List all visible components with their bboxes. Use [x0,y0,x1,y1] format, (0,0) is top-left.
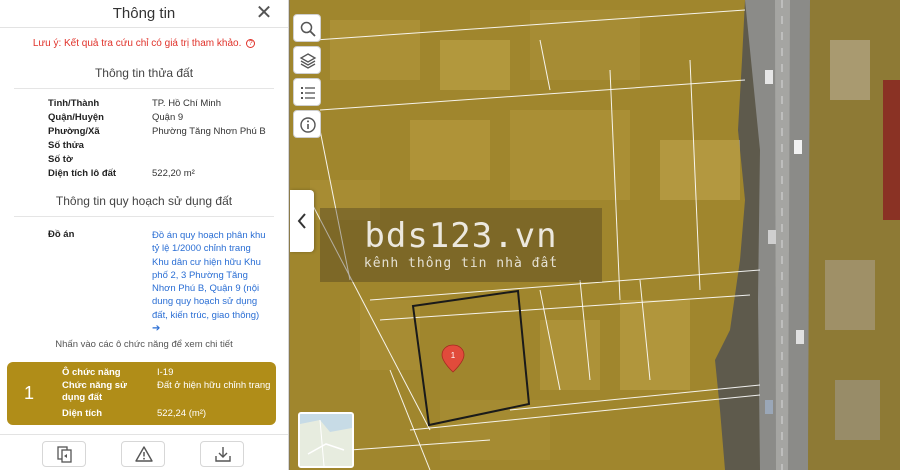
zone-label-code: Ô chức năng [62,367,121,378]
zone-value-code: I-19 [157,367,174,378]
zone-label-landuse: Chức năng sử dụng đất [62,380,127,403]
disclaimer-text: Lưu ý: Kết quả tra cứu chỉ có giá trị th… [0,38,288,49]
watermark-tagline: kênh thông tin nhà đất [363,256,559,271]
parcel-section-title: Thông tin thửa đất [94,66,194,80]
close-icon[interactable]: ✕ [254,3,274,23]
disclaimer-info-icon: ? [246,38,256,48]
map-layers-button[interactable] [293,46,321,74]
row-label: Quận/Huyện [48,112,104,123]
zone-label-area: Diện tích [62,408,103,419]
zone-value-landuse: Đất ở hiện hữu chỉnh trang [157,380,271,391]
disclaimer-label: Lưu ý: Kết quả tra cứu chỉ có giá trị th… [32,38,242,49]
watermark: bds123.vn kênh thông tin nhà đất [320,208,602,282]
map-info-button[interactable] [293,110,321,138]
panel-header: Thông tin ✕ [0,0,288,28]
chevron-left-icon [297,213,306,229]
report-button[interactable] [121,441,165,467]
parcel-marker-label: 1 [451,351,456,360]
row-label: Số tờ [48,154,73,165]
row-value: TP. Hồ Chí Minh [152,98,221,109]
list-icon [301,87,315,99]
panel-title: Thông tin [112,5,176,22]
zone-value-area: 522,24 (m²) [157,408,207,419]
info-icon [300,117,316,133]
panel-footer [0,434,288,470]
download-icon [215,447,231,462]
planning-label: Đồ án [48,229,75,240]
zone-index: 1 [23,383,34,403]
parcel-row-sheet-number: Số tờ [0,154,288,168]
parcel-row-lot-number: Số thửa [0,140,288,154]
row-value: 522,20 m² [152,168,195,179]
row-label: Số thửa [48,140,84,151]
row-label: Diện tích lô đất [48,168,117,179]
map-view[interactable]: 1 bds123.vn kênh thông tin nhà đất [290,0,900,470]
zone-card[interactable]: 1 Ô chức năng I-19 Chức năng sử dụng đất… [7,362,276,425]
parcel-row-area: Diện tích lô đất 522,20 m² [0,168,288,182]
parcel-row-ward: Phường/Xã Phường Tăng Nhơn Phú B [0,126,288,140]
row-label: Tỉnh/Thành [48,98,100,109]
minimap-image [300,414,352,466]
minimap-thumbnail[interactable] [298,412,354,468]
warning-icon [135,446,153,462]
copy-button[interactable] [42,441,86,467]
parcel-row-district: Quận/Huyện Quận 9 [0,112,288,126]
row-value: Quận 9 [152,112,184,123]
map-list-button[interactable] [293,78,321,106]
parcel-info-list: Tỉnh/Thành TP. Hồ Chí Minh Quận/Huyện Qu… [0,98,288,182]
parcel-row-province: Tỉnh/Thành TP. Hồ Chí Minh [0,98,288,112]
download-button[interactable] [200,441,244,467]
row-label: Phường/Xã [48,126,100,137]
divider [14,88,274,89]
row-value: Phường Tăng Nhơn Phú B [152,126,266,137]
search-icon [300,21,316,37]
map-search-button[interactable] [293,14,321,42]
planning-link-text[interactable]: Đồ án quy hoạch phân khu tỷ lệ 1/2000 ch… [152,230,266,321]
hint-text: Nhấn vào các ô chức năng để xem chi tiết [55,339,233,350]
planning-project-link[interactable]: Đồ án quy hoạch phân khu tỷ lệ 1/2000 ch… [152,229,270,335]
copy-icon [57,446,72,463]
arrow-right-icon: ➔ [152,323,161,335]
divider [14,216,274,217]
watermark-logo: bds123.vn [364,216,558,256]
planning-section-title: Thông tin quy hoạch sử dụng đất [55,194,233,208]
collapse-panel-button[interactable] [290,190,314,252]
info-panel: Thông tin ✕ Lưu ý: Kết quả tra cứu chỉ c… [0,0,289,470]
layers-icon [299,53,317,69]
planning-row: Đồ án Đồ án quy hoạch phân khu tỷ lệ 1/2… [0,229,288,334]
